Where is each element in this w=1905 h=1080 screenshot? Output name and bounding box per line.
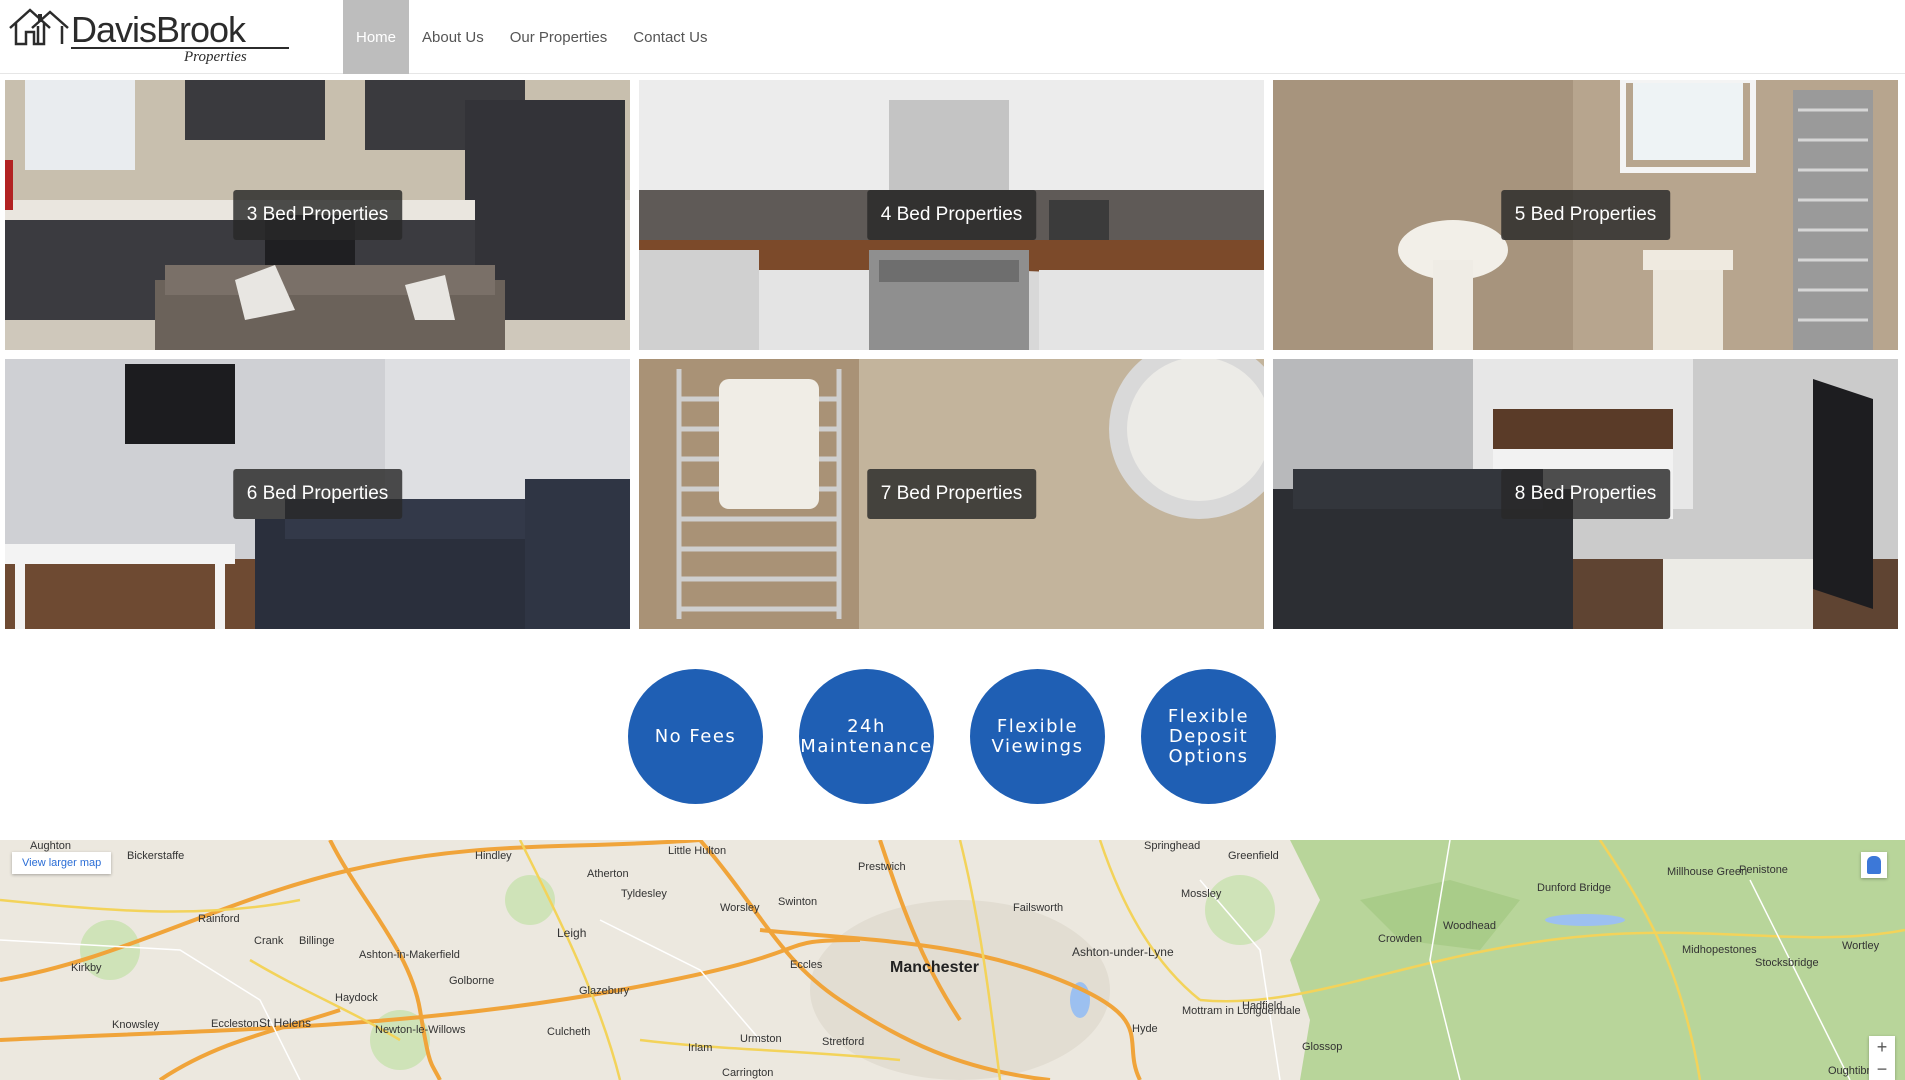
map-place: Millhouse Green	[1667, 866, 1748, 878]
map-place: Aughton	[30, 840, 71, 852]
features-row: No Fees 24h Maintenance Flexible Viewing…	[628, 669, 1276, 804]
map-place: Irlam	[688, 1042, 713, 1054]
map-place: Golborne	[449, 975, 495, 987]
map-place: Ashton-under-Lyne	[1072, 945, 1174, 959]
map-place: Ashton-in-Makerfield	[359, 949, 460, 961]
property-tile-7-bed[interactable]: 7 Bed Properties	[639, 359, 1264, 629]
house-logo-icon	[9, 8, 69, 46]
map-place: Hyde	[1132, 1023, 1158, 1035]
logo-subtitle: Properties	[184, 49, 247, 65]
map-place: Little Hulton	[668, 845, 727, 857]
map-place: Oughtibr	[1828, 1065, 1871, 1077]
nav-about-us[interactable]: About Us	[409, 0, 497, 74]
zoom-out-button[interactable]: −	[1869, 1058, 1895, 1080]
map-place: Prestwich	[858, 861, 906, 873]
map-place: Wortley	[1842, 940, 1880, 952]
map-place: Manchester	[890, 959, 979, 976]
tile-label: 8 Bed Properties	[1500, 469, 1671, 519]
map-place: Worsley	[720, 902, 760, 914]
property-tile-3-bed[interactable]: 3 Bed Properties	[5, 80, 630, 350]
map-place: Carrington	[722, 1067, 774, 1079]
feature-flexible-deposit: Flexible Deposit Options	[1141, 669, 1276, 804]
property-tile-5-bed[interactable]: 5 Bed Properties	[1273, 80, 1898, 350]
map-place: Stocksbridge	[1755, 957, 1819, 969]
street-view-pegman-icon[interactable]	[1861, 852, 1887, 878]
map-place: Springhead	[1144, 840, 1201, 852]
map-place: Leigh	[557, 926, 587, 940]
nav-home[interactable]: Home	[343, 0, 410, 74]
map-place: Greenfield	[1228, 850, 1279, 862]
nav-our-properties[interactable]: Our Properties	[497, 0, 621, 74]
nav-contact-us[interactable]: Contact Us	[620, 0, 720, 74]
tile-label: 7 Bed Properties	[866, 469, 1037, 519]
map-place: Mossley	[1181, 888, 1222, 900]
map-place: Newton-le-Willows	[375, 1024, 466, 1036]
logo-name: DavisBrook	[71, 9, 246, 50]
map-place: Culcheth	[547, 1026, 591, 1038]
map-place: Haydock	[335, 992, 378, 1004]
map-place: Glossop	[1302, 1041, 1343, 1053]
map-place: Swinton	[778, 896, 818, 908]
logo[interactable]: DavisBrook Properties	[8, 6, 298, 65]
map-zoom-controls: + −	[1869, 1036, 1895, 1080]
map-place: Stretford	[822, 1036, 865, 1048]
tile-label: 5 Bed Properties	[1500, 190, 1671, 240]
tile-label: 3 Bed Properties	[232, 190, 403, 240]
map-place: Dunford Bridge	[1537, 882, 1611, 894]
map-place: Tyldesley	[621, 888, 667, 900]
view-larger-map-link[interactable]: View larger map	[12, 852, 112, 874]
map-place: Eccleston	[211, 1018, 259, 1030]
map-place: Eccles	[790, 959, 823, 971]
map-place: Kirkby	[71, 962, 102, 974]
logo-underline	[71, 47, 289, 49]
feature-no-fees: No Fees	[628, 669, 763, 804]
map-place: Crank	[254, 935, 284, 947]
map-place: Mottram in Longdendale	[1182, 1005, 1301, 1017]
property-tile-4-bed[interactable]: 4 Bed Properties	[639, 80, 1264, 350]
map-place: Crowden	[1378, 933, 1423, 945]
map-place: St Helens	[259, 1016, 312, 1030]
zoom-in-button[interactable]: +	[1869, 1036, 1895, 1058]
map-place: Bickerstaffe	[127, 850, 185, 862]
tile-label: 4 Bed Properties	[866, 190, 1037, 240]
property-tile-6-bed[interactable]: 6 Bed Properties	[5, 359, 630, 629]
feature-24h-maintenance: 24h Maintenance	[799, 669, 934, 804]
feature-flexible-viewings: Flexible Viewings	[970, 669, 1105, 804]
map-place: Midhopestones	[1682, 944, 1757, 956]
map-place: Urmston	[740, 1033, 782, 1045]
map-place: Hindley	[475, 850, 512, 862]
map-place: Failsworth	[1013, 902, 1064, 914]
map-place: Glazebury	[579, 985, 630, 997]
map-place: Billinge	[299, 935, 335, 947]
map-place: Atherton	[587, 868, 629, 880]
site-header: DavisBrook Properties Home About Us Our …	[0, 0, 1905, 74]
property-tile-8-bed[interactable]: 8 Bed Properties	[1273, 359, 1898, 629]
tile-label: 6 Bed Properties	[232, 469, 403, 519]
map-place: Knowsley	[112, 1019, 160, 1031]
map-place: Penistone	[1739, 864, 1788, 876]
main-nav: Home About Us Our Properties Contact Us	[343, 0, 720, 74]
map-place: Woodhead	[1443, 920, 1497, 932]
map-place: Rainford	[198, 913, 240, 925]
embedded-map[interactable]: View larger map Manchester Leigh St Hele…	[0, 840, 1905, 1080]
